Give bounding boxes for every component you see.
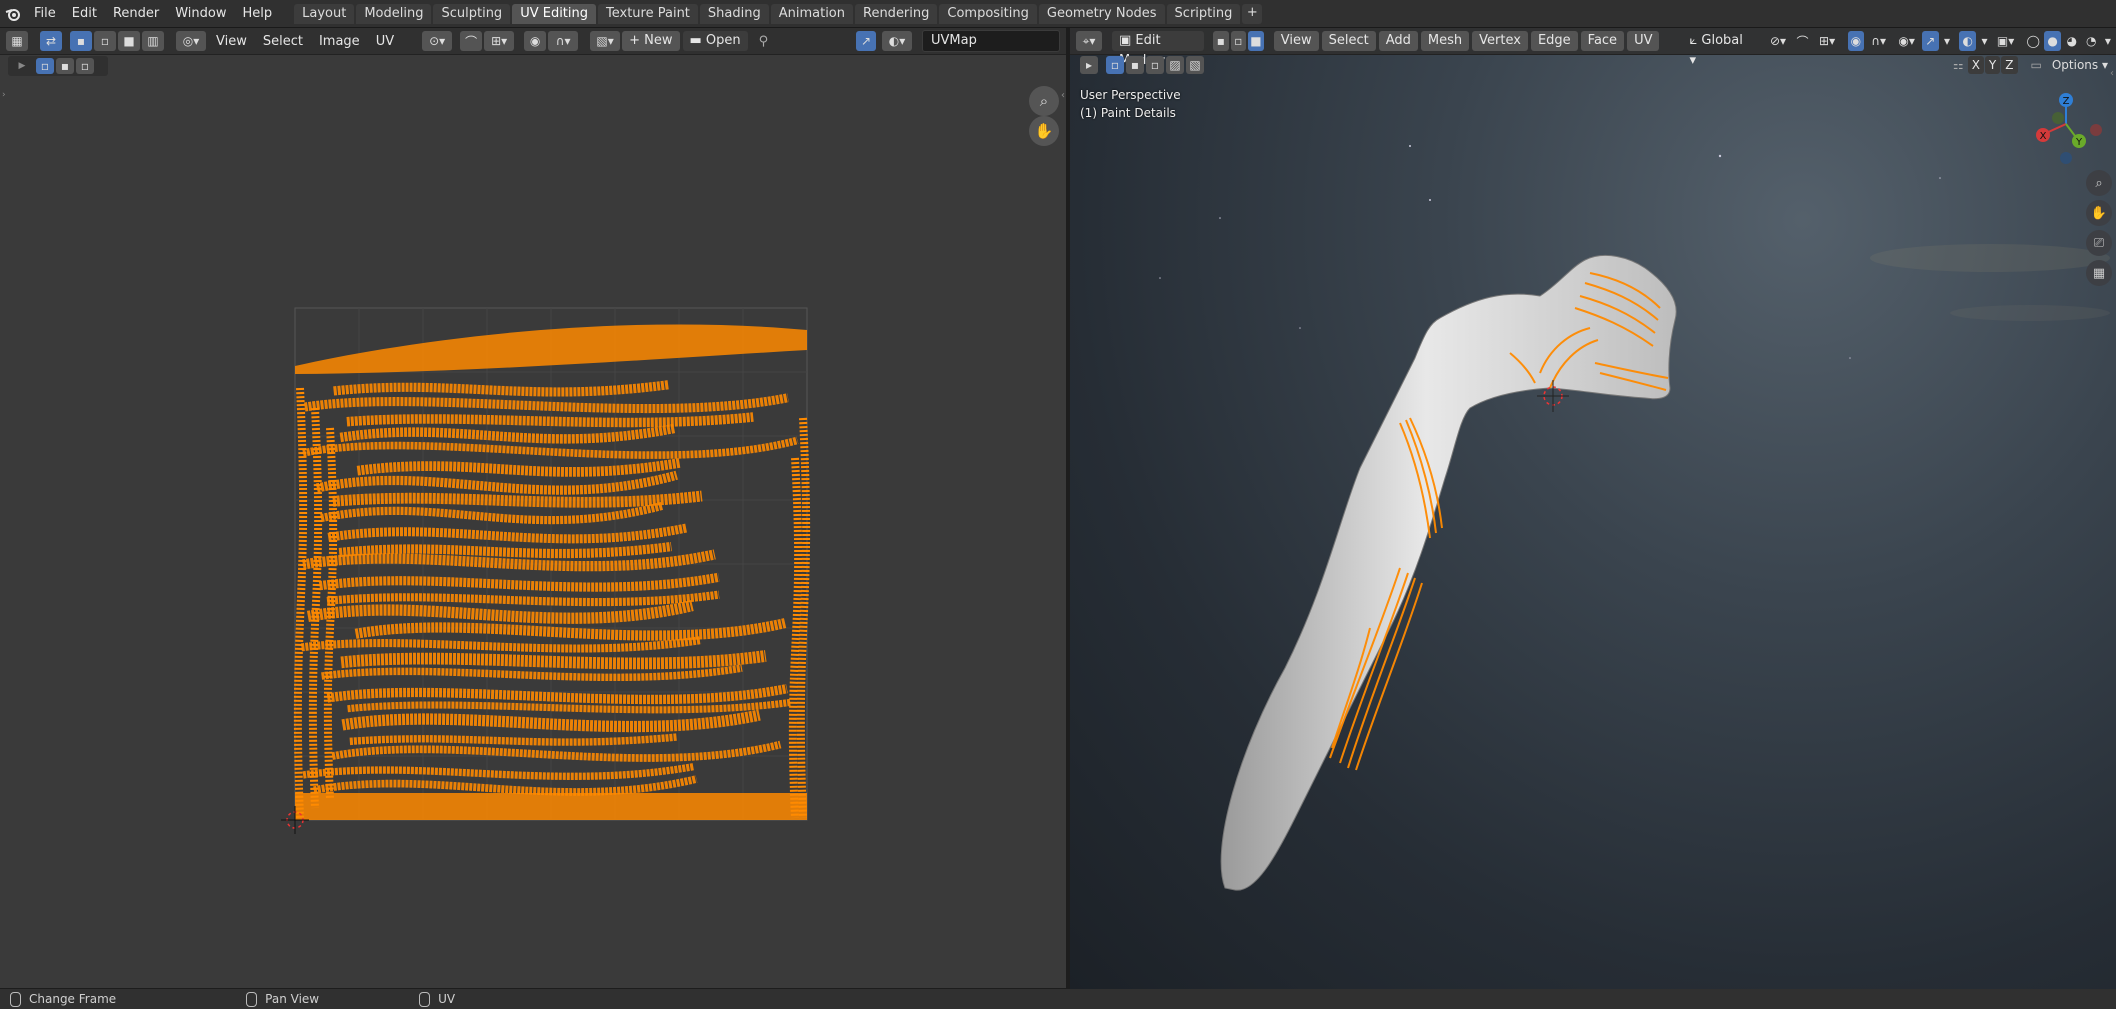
- 3d-viewport[interactable]: ⌖▾ ▣ Edit Mode ▾ ▪ ▫ ■ View Select Add M…: [1070, 28, 2116, 989]
- status-item-uv: UV: [409, 991, 455, 1007]
- menu-window[interactable]: Window: [167, 0, 234, 27]
- plus-icon: +: [629, 33, 645, 48]
- mesh-object[interactable]: [1070, 28, 2116, 989]
- open-image-button[interactable]: ▬ Open: [682, 31, 748, 51]
- tab-texture-paint[interactable]: Texture Paint: [598, 3, 698, 24]
- pan-hand-icon[interactable]: ✋: [1029, 116, 1059, 146]
- tab-compositing[interactable]: Compositing: [939, 3, 1037, 24]
- mouse-right-icon: [419, 991, 431, 1007]
- pin-icon[interactable]: ⚲: [759, 34, 769, 49]
- uv-editor: ▦ ⇄ ▪ ▫ ■ ▥ ◎▾ View Select Image UV ⊙▾ ⌒…: [0, 28, 1066, 988]
- edge-select-icon[interactable]: ▫: [94, 31, 116, 51]
- status-item-change-frame: Change Frame: [0, 991, 116, 1007]
- folder-icon: ▬: [689, 33, 706, 48]
- status-item-pan-view: Pan View: [236, 991, 319, 1007]
- vp-zoom-icon[interactable]: ⌕: [2086, 170, 2112, 196]
- menu-file[interactable]: File: [26, 0, 64, 27]
- tab-modeling[interactable]: Modeling: [356, 3, 432, 24]
- tab-uv-editing[interactable]: UV Editing: [512, 3, 597, 24]
- uv-sync-icon[interactable]: ↗: [856, 31, 876, 51]
- menu-render[interactable]: Render: [105, 0, 167, 27]
- vp-perspective-grid-icon[interactable]: ▦: [2086, 260, 2112, 286]
- mouse-middle-icon: [246, 991, 258, 1007]
- pivot-icon[interactable]: ⊙▾: [422, 31, 453, 51]
- uv-menu-select[interactable]: Select: [255, 34, 311, 49]
- sticky-select-icon[interactable]: ◎▾: [176, 31, 206, 51]
- tab-layout[interactable]: Layout: [294, 3, 355, 24]
- select-subtract-icon[interactable]: ▫: [76, 58, 94, 74]
- select-box-icon[interactable]: ▫: [36, 58, 54, 74]
- expand-arrow-icon[interactable]: ▶: [8, 61, 36, 71]
- gizmo-y-label: Y: [2075, 137, 2083, 148]
- vp-camera-icon[interactable]: ⎚: [2086, 230, 2112, 256]
- uv-tool-row: ▶ ▫ ▪ ▫: [8, 56, 108, 76]
- image-browse-icon[interactable]: ▧▾: [590, 31, 621, 51]
- gizmo-x-label: X: [2040, 131, 2047, 142]
- toolbar-arrow-icon[interactable]: ›: [2, 90, 6, 100]
- tab-shading[interactable]: Shading: [699, 3, 769, 24]
- blender-logo-icon[interactable]: [0, 0, 26, 27]
- snap-icon[interactable]: ⌒: [460, 31, 483, 51]
- tab-rendering[interactable]: Rendering: [855, 3, 938, 24]
- uv-menu-view[interactable]: View: [208, 34, 255, 49]
- navigation-gizmo[interactable]: Z X Y: [2026, 90, 2106, 170]
- face-select-icon[interactable]: ■: [118, 31, 140, 51]
- zoom-icon[interactable]: ⌕: [1029, 86, 1059, 116]
- uvmap-field[interactable]: UVMap: [922, 30, 1060, 52]
- sidebar-toggle-icon[interactable]: ‹: [1061, 90, 1065, 101]
- falloff-icon[interactable]: ∩▾: [548, 31, 579, 51]
- new-image-button[interactable]: + New: [622, 31, 680, 51]
- island-select-icon[interactable]: ▥: [142, 31, 164, 51]
- uv-menu-image[interactable]: Image: [311, 34, 368, 49]
- menu-edit[interactable]: Edit: [64, 0, 105, 27]
- vp-pan-icon[interactable]: ✋: [2086, 200, 2112, 226]
- uv-overlay-icon[interactable]: ◐▾: [882, 31, 912, 51]
- tab-sculpting[interactable]: Sculpting: [433, 3, 511, 24]
- status-bar: Change Frame Pan View UV: [0, 989, 2116, 1009]
- select-extend-icon[interactable]: ▪: [56, 58, 74, 74]
- editor-type-icon[interactable]: ▦: [6, 31, 28, 51]
- snap-target-icon[interactable]: ⊞▾: [484, 31, 515, 51]
- mouse-left-icon: [10, 991, 21, 1007]
- tab-geometry-nodes[interactable]: Geometry Nodes: [1038, 3, 1165, 24]
- uv-menu-uv[interactable]: UV: [368, 34, 402, 49]
- proportional-edit-icon[interactable]: ◉: [524, 31, 547, 51]
- sync-selection-icon[interactable]: ⇄: [40, 31, 62, 51]
- add-workspace-button[interactable]: +: [1242, 3, 1263, 24]
- uv-editor-header: ▦ ⇄ ▪ ▫ ■ ▥ ◎▾ View Select Image UV ⊙▾ ⌒…: [0, 28, 1066, 55]
- top-bar: File Edit Render Window Help Layout Mode…: [0, 0, 2116, 28]
- tab-scripting[interactable]: Scripting: [1166, 3, 1241, 24]
- vertex-select-icon[interactable]: ▪: [70, 31, 92, 51]
- tab-animation[interactable]: Animation: [770, 3, 853, 24]
- uv-layout-canvas[interactable]: [270, 278, 830, 838]
- menu-help[interactable]: Help: [235, 0, 281, 27]
- gizmo-z-label: Z: [2063, 96, 2070, 107]
